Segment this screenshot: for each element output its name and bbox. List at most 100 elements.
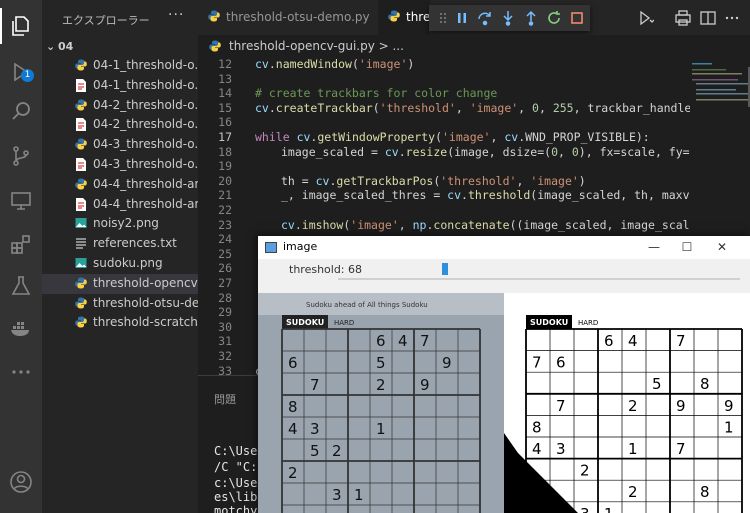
pdf-icon [75, 158, 87, 171]
close-button[interactable]: ✕ [715, 240, 729, 254]
drag-handle-icon[interactable] [435, 10, 451, 26]
folder-04[interactable]: ⌄ 04 [46, 40, 73, 53]
file-item[interactable]: threshold-otsu-de... [42, 294, 198, 314]
stop-icon[interactable] [569, 10, 585, 26]
sudoku-digit: 8 [700, 375, 710, 393]
hard-label: HARD [578, 319, 598, 327]
tab-label: threshold-otsu-demo.py [226, 10, 370, 24]
file-item[interactable]: 04-1_threshold-o... [42, 76, 198, 96]
step-over-icon[interactable] [477, 10, 493, 26]
window-icon [265, 242, 277, 253]
extensions-icon[interactable] [9, 232, 33, 256]
sudoku-digit: 7 [676, 440, 686, 458]
step-into-icon[interactable] [500, 10, 516, 26]
active-indicator [0, 8, 2, 44]
sudoku-label: SUDOKU [530, 318, 568, 327]
sudoku-digit: 4 [628, 332, 638, 350]
threshold-trackbar: threshold: 68 [258, 259, 750, 293]
pause-icon[interactable] [454, 10, 470, 26]
files-icon[interactable] [9, 14, 33, 38]
tab-threshold-otsu-demo[interactable]: threshold-otsu-demo.py [198, 0, 378, 35]
python-icon [75, 297, 87, 310]
code-line: # create trackbars for color change [255, 86, 498, 101]
file-item[interactable]: 04-4_threshold-ar... [42, 195, 198, 215]
file-name: 04-3_threshold-o... [93, 157, 198, 171]
image-icon [75, 217, 87, 230]
sudoku-digit: 5 [310, 442, 320, 460]
python-icon [209, 40, 221, 52]
more-icon[interactable] [9, 360, 33, 384]
cv-window-title: image [283, 240, 318, 253]
tab-threshold-opencv-gui[interactable]: thres [378, 0, 430, 35]
breadcrumb[interactable]: threshold-opencv-gui.py > ... [198, 35, 750, 57]
code-line: cv.createTrackbar('threshold', 'image', … [255, 100, 706, 115]
run-icon[interactable] [638, 10, 655, 26]
line-number: 21 [218, 188, 232, 203]
code-line: image_scaled = cv.resize(image, dsize=(0… [281, 144, 711, 159]
testing-icon[interactable] [9, 274, 33, 298]
sudoku-digit: 2 [376, 376, 386, 394]
maximize-button[interactable]: ☐ [680, 240, 694, 254]
file-item[interactable]: references.txt [42, 234, 198, 254]
file-item[interactable]: noisy2.png [42, 214, 198, 234]
source-control-icon[interactable] [9, 144, 33, 168]
docker-icon[interactable] [9, 316, 33, 340]
terminal-line: /C "C:\ [214, 460, 265, 474]
sudoku-digit: 2 [288, 464, 298, 482]
line-number: 26 [218, 261, 232, 276]
cv-titlebar[interactable]: image — ☐ ✕ [258, 236, 750, 259]
more-actions-icon[interactable] [724, 10, 740, 26]
split-editor-icon[interactable] [700, 10, 716, 26]
minimize-button[interactable]: — [647, 240, 661, 254]
explorer-sidebar: エクスプローラー ··· ⌄ 04 04-1_threshold-o... 04-1… [42, 0, 198, 513]
line-number: 22 [218, 203, 232, 217]
sudoku-digit: 9 [420, 376, 430, 394]
newspaper-header-text: Sudoku ahead of All things Sudoku [306, 301, 428, 309]
line-number: 18 [218, 144, 232, 159]
python-icon [75, 138, 87, 151]
sudoku-digit: 3 [580, 505, 590, 513]
trackbar-label: threshold: 68 [289, 263, 363, 276]
sudoku-digit: 8 [700, 483, 710, 501]
file-name: threshold-scratch... [93, 315, 198, 330]
file-name: threshold-opencv... [93, 275, 198, 290]
sudoku-digit: 7 [310, 376, 320, 394]
file-item[interactable]: threshold-scratch... [42, 313, 198, 333]
sudoku-digit: 5 [376, 354, 386, 372]
sudoku-digit: 1 [724, 418, 734, 436]
file-name: threshold-otsu-de... [93, 295, 198, 310]
search-icon[interactable] [9, 99, 33, 123]
print-icon[interactable] [675, 10, 691, 26]
file-item[interactable]: 04-3_threshold-o... [42, 135, 198, 155]
file-item[interactable]: threshold-opencv... [42, 273, 198, 294]
file-item[interactable]: 04-2_threshold-o... [42, 96, 198, 116]
terminal-line: es\lib\ [214, 490, 265, 504]
file-name: 04-4_threshold-ar... [93, 176, 198, 191]
explorer-more-button[interactable]: ··· [168, 7, 184, 23]
trackbar-thumb[interactable] [442, 263, 449, 275]
sudoku-digit: 9 [724, 397, 734, 415]
line-number: 20 [218, 173, 232, 188]
code-line: cv.namedWindow('image') [255, 57, 415, 71]
remote-explorer-icon[interactable] [9, 188, 33, 212]
debug-badge: 1 [21, 69, 34, 82]
file-item[interactable]: 04-4_threshold-ar... [42, 175, 198, 195]
sudoku-digit: 7 [676, 332, 686, 350]
file-item[interactable]: 04-2_threshold-o... [42, 115, 198, 135]
sudoku-digit: 8 [532, 418, 542, 436]
tab-label: thres [406, 10, 430, 24]
file-item[interactable]: sudoku.png [42, 254, 198, 274]
file-item[interactable]: 04-1_threshold-o... [42, 56, 198, 76]
line-number: 27 [218, 276, 232, 290]
restart-icon[interactable] [546, 10, 562, 26]
tab-problems[interactable]: 問題 [214, 391, 236, 407]
line-number: 29 [218, 305, 232, 320]
sudoku-digit: 2 [332, 442, 342, 460]
trackbar-track[interactable] [338, 278, 740, 280]
terminal-line: C:\User [214, 444, 265, 458]
step-out-icon[interactable] [523, 10, 539, 26]
folder-label: 04 [58, 40, 74, 53]
sudoku-digit: 4 [398, 332, 408, 350]
file-item[interactable]: 04-3_threshold-o... [42, 155, 198, 175]
account-icon[interactable] [9, 470, 33, 494]
